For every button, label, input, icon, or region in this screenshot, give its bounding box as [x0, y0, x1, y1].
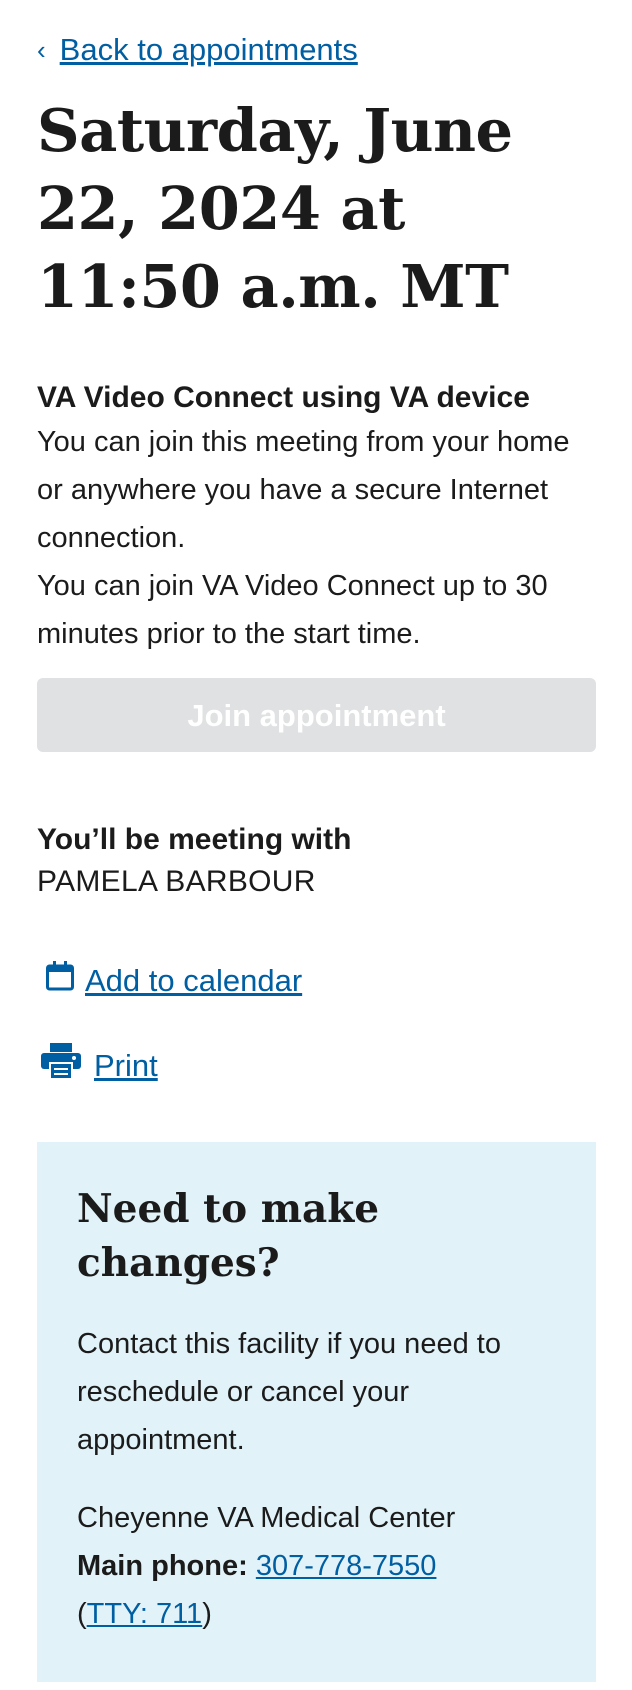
- page-title: Saturday, June 22, 2024 at 11:50 a.m. MT: [37, 96, 513, 321]
- tty-close-paren: ): [202, 1598, 212, 1630]
- print-link[interactable]: Print: [37, 1042, 595, 1090]
- tty-open-paren: (: [77, 1598, 87, 1630]
- main-phone-link[interactable]: 307-778-7550: [256, 1550, 437, 1582]
- tty-link[interactable]: TTY: 711: [87, 1598, 203, 1630]
- join-appointment-button[interactable]: Join appointment: [37, 678, 596, 752]
- need-changes-callout: Need to make changes? Contact this facil…: [37, 1142, 596, 1682]
- facility-name: Cheyenne VA Medical Center: [77, 1502, 456, 1534]
- add-to-calendar-label[interactable]: Add to calendar: [85, 961, 302, 1001]
- callout-title: Need to make changes?: [77, 1186, 380, 1286]
- back-to-appointments-link[interactable]: ‹ Back to appointments: [37, 30, 595, 70]
- chevron-left-icon: ‹: [37, 35, 46, 65]
- back-to-appointments-label[interactable]: Back to appointments: [60, 30, 358, 70]
- tty-line: (TTY: 711): [77, 1590, 556, 1638]
- calendar-icon: [45, 960, 75, 1002]
- join-timing-note: You can join VA Video Connect up to 30 m…: [37, 570, 548, 650]
- callout-body: Contact this facility if you need to res…: [77, 1328, 501, 1456]
- appointment-detail-page: ‹ Back to appointments Saturday, June 22…: [0, 0, 632, 1682]
- appointment-description: You can join this meeting from your home…: [37, 426, 570, 554]
- meeting-with-label: You’ll be meeting with: [37, 823, 352, 856]
- appointment-type-title: VA Video Connect using VA device: [37, 381, 530, 414]
- provider-name: PAMELA BARBOUR: [37, 865, 316, 898]
- facility-phone-line: Main phone: 307-778-7550: [77, 1542, 556, 1590]
- add-to-calendar-link[interactable]: Add to calendar: [37, 960, 595, 1002]
- printer-icon: [40, 1042, 82, 1090]
- print-label[interactable]: Print: [94, 1046, 158, 1086]
- main-phone-label: Main phone:: [77, 1550, 248, 1582]
